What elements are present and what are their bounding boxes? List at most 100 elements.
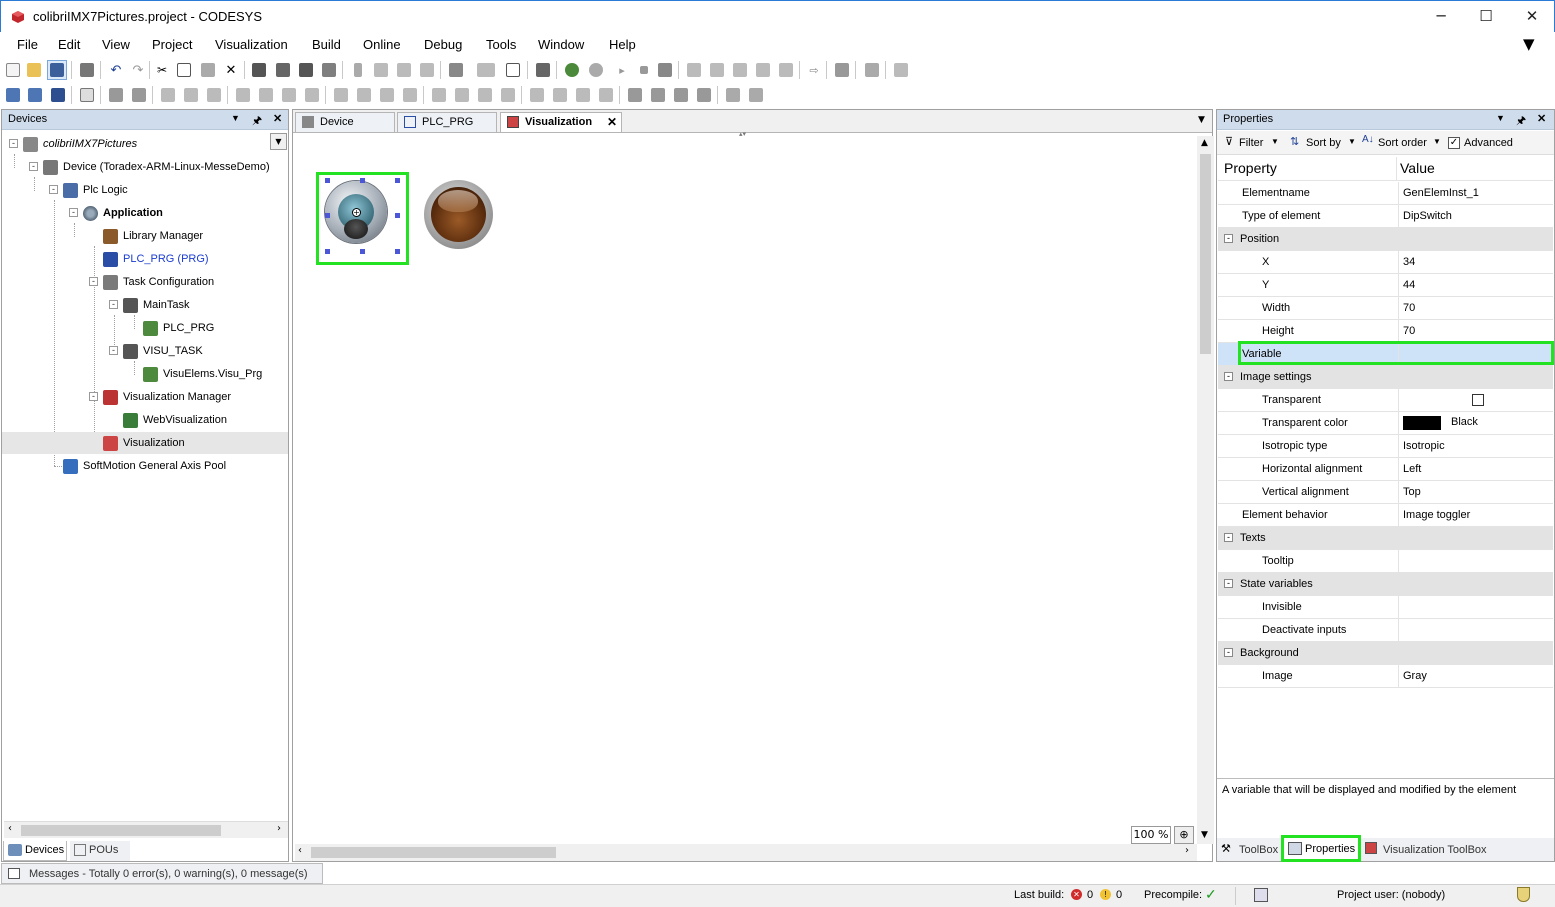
property-row[interactable]: Transparent <box>1218 389 1553 412</box>
color-swatch[interactable] <box>1403 416 1441 430</box>
build-icon[interactable] <box>533 60 553 80</box>
group-collapse-icon[interactable]: - <box>1224 372 1233 381</box>
property-row[interactable]: Elementname GenElemInst_1 <box>1218 182 1553 205</box>
distribute-v3-icon[interactable] <box>475 85 495 105</box>
bookmark-next-icon[interactable] <box>394 60 414 80</box>
property-row[interactable]: Element behavior Image toggler <box>1218 504 1553 527</box>
property-value[interactable] <box>1398 619 1553 641</box>
visualization-canvas[interactable]: + <box>295 136 1197 844</box>
bookmark-icon[interactable] <box>348 60 368 80</box>
tab-visualization-toolbox[interactable]: Visualization ToolBox <box>1364 840 1504 860</box>
tree-collapse-icon[interactable]: - <box>89 277 98 286</box>
sort-order-dropdown-icon[interactable]: ▼ <box>1433 137 1441 146</box>
tree-item[interactable]: PLC_PRG <box>2 317 288 339</box>
pin-icon[interactable]: 🖈 <box>252 112 262 131</box>
find-icon[interactable] <box>249 60 269 80</box>
menu-tools[interactable]: Tools <box>486 37 516 52</box>
sort-by-button[interactable]: Sort by <box>1306 137 1341 149</box>
vscroll-thumb[interactable] <box>1200 154 1211 354</box>
props-pin-icon[interactable]: 🖈 <box>1516 112 1526 131</box>
pane-menu-icon[interactable]: ▼ <box>231 113 240 123</box>
warning-count[interactable]: 0 <box>1116 889 1122 901</box>
error-count[interactable]: 0 <box>1087 889 1093 901</box>
property-value[interactable]: Top <box>1398 481 1553 503</box>
distribute-h4-icon[interactable] <box>400 85 420 105</box>
tree-collapse-icon[interactable]: - <box>109 300 118 309</box>
pane-close-icon[interactable]: ✕ <box>273 112 282 125</box>
filter-button[interactable]: Filter <box>1239 137 1263 149</box>
props-close-icon[interactable]: ✕ <box>1537 112 1546 125</box>
sort-order-button[interactable]: Sort order <box>1378 137 1427 149</box>
center-icon[interactable] <box>596 85 616 105</box>
tree-item[interactable]: - Task Configuration <box>2 271 288 293</box>
same-width-icon[interactable] <box>527 85 547 105</box>
property-value[interactable]: 34 <box>1398 251 1553 273</box>
distribute-h2-icon[interactable] <box>354 85 374 105</box>
property-row[interactable]: Width 70 <box>1218 297 1553 320</box>
property-row[interactable]: Y 44 <box>1218 274 1553 297</box>
menu-debug[interactable]: Debug <box>424 37 462 52</box>
tree-collapse-icon[interactable]: - <box>9 139 18 148</box>
group-collapse-icon[interactable]: - <box>1224 648 1233 657</box>
align-right-icon[interactable] <box>204 85 224 105</box>
sort-by-icon[interactable]: ⇅ <box>1290 135 1299 148</box>
force-values-icon[interactable] <box>862 60 882 80</box>
menu-build[interactable]: Build <box>312 37 341 52</box>
lamp-element[interactable] <box>424 180 493 249</box>
zoom-icon[interactable]: ⊕ <box>1174 826 1194 844</box>
step-into-icon[interactable] <box>730 60 750 80</box>
bring-front-icon[interactable] <box>625 85 645 105</box>
sort-by-dropdown-icon[interactable]: ▼ <box>1348 137 1356 146</box>
property-row[interactable]: Image Gray <box>1218 665 1553 688</box>
menu-file[interactable]: File <box>17 37 38 52</box>
tab-device[interactable]: Device <box>295 112 395 132</box>
align-box-icon[interactable] <box>302 85 322 105</box>
property-value[interactable]: 70 <box>1398 297 1553 319</box>
property-value[interactable]: Isotropic <box>1398 435 1553 457</box>
bookmark-prev-icon[interactable] <box>371 60 391 80</box>
step-over-icon[interactable] <box>707 60 727 80</box>
property-group[interactable]: - Image settings <box>1218 366 1553 389</box>
tree-item[interactable]: - Device (Toradex-ARM-Linux-MesseDemo) <box>2 156 288 178</box>
scroll-up-icon[interactable]: ▲ <box>1201 138 1208 148</box>
tree-hscrollbar[interactable]: ‹ › <box>4 821 288 838</box>
distribute-h3-icon[interactable] <box>377 85 397 105</box>
tree-item[interactable]: - MainTask <box>2 294 288 316</box>
send-back-icon[interactable] <box>694 85 714 105</box>
property-row[interactable]: Transparent color Black <box>1218 412 1553 435</box>
tree-item[interactable]: - Plc Logic <box>2 179 288 201</box>
login-icon[interactable] <box>562 60 582 80</box>
filter-dropdown-icon[interactable]: ▼ <box>1271 137 1279 146</box>
tree-item[interactable]: Library Manager <box>2 225 288 247</box>
property-value[interactable]: Left <box>1398 458 1553 480</box>
zoom-level[interactable]: 100 % <box>1131 826 1171 844</box>
visu-preview-icon[interactable] <box>25 85 45 105</box>
align-center-icon[interactable] <box>181 85 201 105</box>
property-value[interactable] <box>1398 550 1553 572</box>
group-collapse-icon[interactable]: - <box>1224 579 1233 588</box>
visu-group-icon[interactable] <box>106 85 126 105</box>
menu-edit[interactable]: Edit <box>58 37 80 52</box>
tree-collapse-icon[interactable]: - <box>89 392 98 401</box>
tab-close-icon[interactable]: ✕ <box>607 113 617 131</box>
tab-toolbox[interactable]: ⚒ ToolBox <box>1219 840 1279 860</box>
new-project-icon[interactable] <box>3 60 23 80</box>
tree-item[interactable]: SoftMotion General Axis Pool <box>2 455 288 477</box>
menu-help[interactable]: Help <box>609 37 636 52</box>
minimize-button[interactable]: ─ <box>1418 1 1464 32</box>
sort-order-icon[interactable]: A↓ <box>1362 134 1374 145</box>
save-icon[interactable] <box>47 60 67 80</box>
tree-item[interactable]: WebVisualization <box>2 409 288 431</box>
canvas-vscrollbar[interactable]: ▲ ▼ <box>1197 136 1214 844</box>
security-shield-icon[interactable] <box>1517 887 1530 902</box>
undo-icon[interactable]: ↶ <box>106 60 126 80</box>
show-next-statement-icon[interactable]: ⇨ <box>804 60 824 80</box>
reset-icon[interactable] <box>655 60 675 80</box>
tab-devices[interactable]: Devices <box>3 841 67 861</box>
tab-visualization[interactable]: Visualization ✕ <box>500 112 622 132</box>
breakpoint-icon[interactable] <box>684 60 704 80</box>
find-previous-icon[interactable] <box>296 60 316 80</box>
canvas-hscrollbar[interactable]: ‹ › <box>295 844 1197 861</box>
start-icon[interactable]: ▸ <box>612 60 632 80</box>
property-row[interactable]: Deactivate inputs <box>1218 619 1553 642</box>
